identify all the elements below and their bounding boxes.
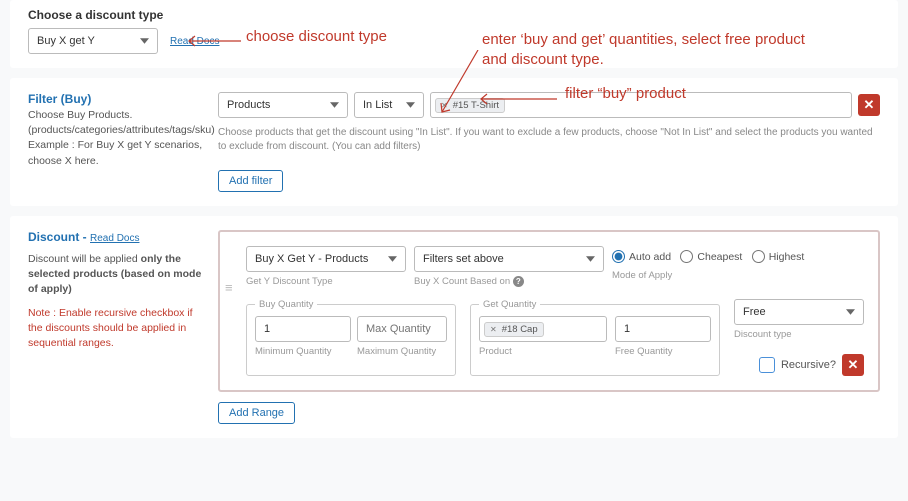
add-filter-button[interactable]: Add filter (218, 170, 283, 192)
add-range-button[interactable]: Add Range (218, 402, 295, 424)
filter-condition-select[interactable]: In List (354, 92, 424, 118)
get-product-token[interactable]: ✕ #18 Cap (484, 322, 544, 337)
count-based-select[interactable]: Filters set above (414, 246, 604, 272)
buy-min-input[interactable] (255, 316, 351, 342)
apply-cheapest-radio[interactable]: Cheapest (680, 250, 742, 263)
filter-section: Filter (Buy) Choose Buy Products. (produ… (10, 78, 898, 206)
discount-docs-link[interactable]: Read Docs (90, 233, 139, 244)
filter-desc: Choose Buy Products. (products/categorie… (28, 108, 206, 169)
filter-heading: Filter (Buy) (28, 92, 206, 106)
discount-type-select[interactable]: Buy X get Y (28, 28, 158, 54)
buy-max-input[interactable] (357, 316, 447, 342)
info-icon[interactable]: ? (513, 276, 524, 287)
buy-qty-legend: Buy Quantity (255, 299, 317, 310)
filter-field-select[interactable]: Products (218, 92, 348, 118)
apply-sublabel: Mode of Apply (612, 270, 864, 281)
apply-highest-radio[interactable]: Highest (752, 250, 805, 263)
filter-hint: Choose products that get the discount us… (218, 126, 880, 154)
get-product-sublabel: Product (479, 346, 607, 357)
recursive-label: Recursive? (781, 359, 836, 371)
token-remove-icon[interactable]: ✕ (490, 325, 497, 334)
discount-kind-sublabel: Discount type (734, 329, 864, 340)
discount-range-box: ≡ Buy X Get Y - Products Get Y Discount … (218, 230, 880, 392)
recursive-checkbox[interactable] (759, 357, 775, 373)
discount-type-heading: Choose a discount type (28, 8, 880, 22)
buy-qty-fieldset: Buy Quantity Minimum Quantity Maximum Qu… (246, 299, 456, 376)
discount-kind-select[interactable]: Free (734, 299, 864, 325)
discount-heading: Discount - (28, 230, 87, 244)
read-docs-link[interactable]: Read Docs (170, 36, 219, 47)
get-type-sublabel: Get Y Discount Type (246, 276, 406, 287)
range-delete-button[interactable]: ✕ (842, 354, 864, 376)
filter-value-box[interactable]: ✕ #15 T-Shirt (430, 92, 852, 118)
discount-type-section: Choose a discount type Buy X get Y Read … (10, 0, 898, 68)
discount-section: Discount - Read Docs Discount will be ap… (10, 216, 898, 438)
free-qty-sublabel: Free Quantity (615, 346, 711, 357)
get-discount-type-select[interactable]: Buy X Get Y - Products (246, 246, 406, 272)
get-qty-legend: Get Quantity (479, 299, 540, 310)
get-product-box[interactable]: ✕ #18 Cap (479, 316, 607, 342)
buy-max-sublabel: Maximum Quantity (357, 346, 447, 357)
get-qty-fieldset: Get Quantity ✕ #18 Cap Product (470, 299, 720, 376)
count-based-sublabel: Buy X Count Based on ? (414, 276, 604, 287)
buy-min-sublabel: Minimum Quantity (255, 346, 351, 357)
filter-token[interactable]: ✕ #15 T-Shirt (435, 98, 505, 113)
discount-note: Note : Enable recursive checkbox if the … (28, 306, 206, 352)
filter-delete-button[interactable]: ✕ (858, 94, 880, 116)
apply-auto-radio[interactable]: Auto add (612, 250, 671, 263)
free-qty-input[interactable] (615, 316, 711, 342)
discount-desc: Discount will be applied only the select… (28, 252, 206, 298)
drag-handle-icon[interactable]: ≡ (225, 286, 233, 290)
token-remove-icon[interactable]: ✕ (441, 101, 448, 110)
